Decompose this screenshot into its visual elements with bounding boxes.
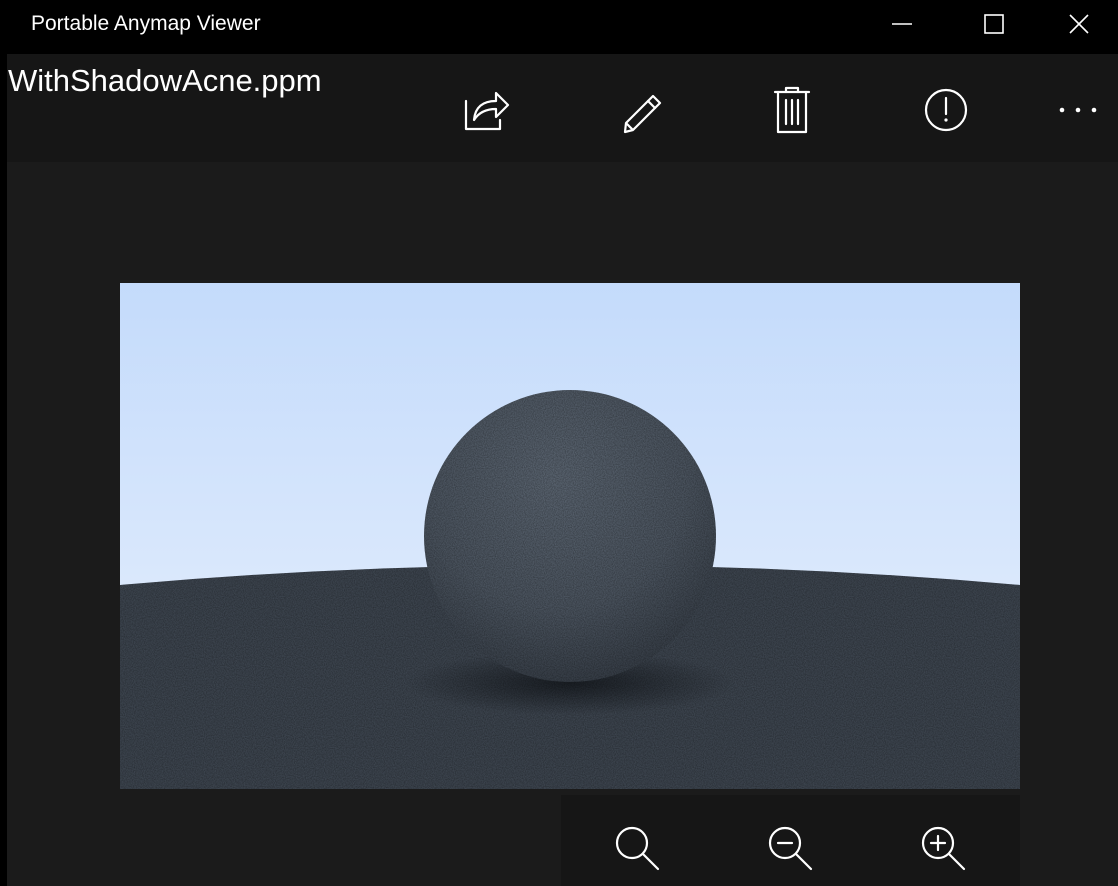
edit-pencil-icon — [623, 94, 662, 134]
rendered-image — [120, 283, 1020, 789]
edit-button[interactable] — [611, 80, 671, 140]
zoom-out-icon — [768, 826, 813, 871]
more-options-icon — [1059, 107, 1097, 113]
zoom-out-button[interactable] — [762, 820, 818, 876]
title-bar: Portable Anymap Viewer — [0, 0, 1118, 48]
minimize-icon — [892, 23, 912, 25]
info-button[interactable] — [916, 80, 976, 140]
zoom-reset-icon — [615, 826, 660, 871]
more-options-button[interactable] — [1048, 80, 1108, 140]
zoom-in-icon — [921, 826, 966, 871]
delete-button[interactable] — [762, 80, 822, 140]
image-canvas[interactable] — [120, 283, 1020, 789]
zoom-in-button[interactable] — [915, 820, 971, 876]
app-title: Portable Anymap Viewer — [31, 12, 261, 35]
minimize-button[interactable] — [856, 0, 948, 48]
zoom-reset-button[interactable] — [609, 820, 665, 876]
close-icon — [1069, 14, 1089, 34]
share-icon — [464, 91, 510, 131]
close-button[interactable] — [1040, 0, 1118, 48]
maximize-icon — [984, 14, 1004, 34]
info-icon — [924, 88, 968, 132]
share-button[interactable] — [457, 80, 517, 140]
file-name: WithShadowAcne.ppm — [8, 63, 322, 98]
maximize-button[interactable] — [948, 0, 1040, 48]
delete-trash-icon — [773, 86, 811, 134]
